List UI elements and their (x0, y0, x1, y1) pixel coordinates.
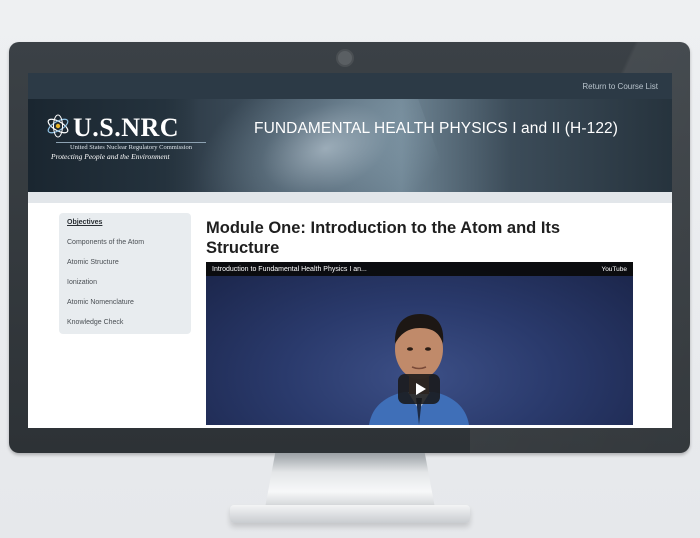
webcam (336, 49, 354, 67)
sidebar-item-atomic-nomenclature[interactable]: Atomic Nomenclature (67, 299, 191, 319)
course-title: FUNDAMENTAL HEALTH PHYSICS I and II (H-1… (254, 120, 619, 137)
sidebar-item-knowledge-check[interactable]: Knowledge Check (67, 319, 191, 339)
presenter-image (369, 314, 469, 425)
course-banner: U.S.NRC United States Nuclear Regulatory… (28, 99, 672, 192)
play-button[interactable] (398, 374, 440, 404)
sidebar-item-components-of-the-atom[interactable]: Components of the Atom (67, 239, 191, 259)
sidebar-item-objectives[interactable]: Objectives (67, 219, 191, 239)
youtube-logo[interactable]: YouTube (601, 266, 627, 273)
video-title-bar: Introduction to Fundamental Health Physi… (206, 262, 633, 276)
module-sidebar: Objectives Components of the Atom Atomic… (59, 213, 191, 334)
sidebar-item-ionization[interactable]: Ionization (67, 279, 191, 299)
video-player[interactable]: Introduction to Fundamental Health Physi… (206, 262, 633, 425)
video-title[interactable]: Introduction to Fundamental Health Physi… (212, 266, 367, 273)
logo-subtitle: United States Nuclear Regulatory Commiss… (56, 142, 206, 151)
sidebar-item-atomic-structure[interactable]: Atomic Structure (67, 259, 191, 279)
play-icon (415, 383, 426, 395)
atom-logo-icon (47, 114, 69, 138)
monitor-frame: Return to Course List U.S.NRC United Sta… (9, 42, 690, 453)
screen: Return to Course List U.S.NRC United Sta… (28, 73, 672, 428)
module-title: Module One: Introduction to the Atom and… (206, 219, 561, 257)
top-bar: Return to Course List (28, 73, 672, 99)
main-content: Objectives Components of the Atom Atomic… (28, 203, 672, 428)
monitor-base (230, 505, 470, 523)
logo-wordmark: U.S.NRC (73, 113, 180, 142)
nrc-logo[interactable]: U.S.NRC United States Nuclear Regulatory… (28, 99, 206, 192)
return-to-course-list-link[interactable]: Return to Course List (582, 82, 658, 91)
banner-divider (28, 192, 672, 203)
logo-tagline: Protecting People and the Environment (51, 152, 170, 161)
monitor-stand (265, 453, 435, 508)
